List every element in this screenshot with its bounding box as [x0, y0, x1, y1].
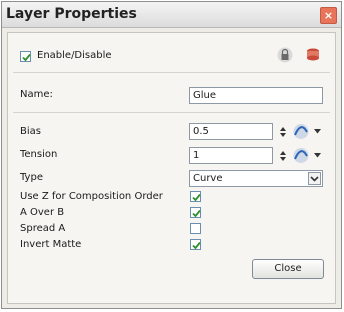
- bias-label: Bias: [20, 126, 41, 137]
- lock-icon[interactable]: [277, 47, 293, 63]
- close-button[interactable]: Close: [252, 259, 324, 279]
- a-over-b-checkbox[interactable]: [190, 207, 201, 218]
- dropdown-button[interactable]: [308, 172, 321, 185]
- layer-properties-dialog: Layer Properties × Enable/Disable Name: …: [1, 1, 342, 309]
- name-label: Name:: [20, 89, 53, 100]
- chevron-down-icon: [310, 176, 319, 182]
- type-select[interactable]: Curve: [189, 170, 323, 187]
- title-bar: Layer Properties ×: [2, 2, 341, 28]
- function-curve-icon[interactable]: [292, 147, 310, 164]
- divider: [13, 72, 330, 73]
- properties-panel: Enable/Disable Name: Glue Bias 0.5 Tensi…: [7, 32, 336, 304]
- invert-matte-checkbox[interactable]: [190, 239, 201, 250]
- layer-stack-icon[interactable]: [305, 47, 321, 63]
- tension-stepper-icon[interactable]: [280, 150, 286, 162]
- bias-stepper-icon[interactable]: [280, 126, 286, 138]
- invert-matte-label: Invert Matte: [20, 239, 82, 250]
- tension-field[interactable]: 1: [189, 147, 273, 164]
- tension-label: Tension: [20, 149, 58, 160]
- checkmark-icon: [192, 193, 201, 202]
- spread-a-label: Spread A: [20, 223, 66, 234]
- divider: [13, 112, 330, 113]
- use-z-label: Use Z for Composition Order: [20, 191, 163, 202]
- enable-label: Enable/Disable: [37, 50, 112, 61]
- enable-checkbox[interactable]: [20, 51, 31, 62]
- spread-a-checkbox[interactable]: [190, 223, 201, 234]
- name-field[interactable]: Glue: [189, 87, 323, 104]
- type-label: Type: [20, 172, 43, 183]
- checkmark-icon: [192, 209, 201, 218]
- chevron-down-icon[interactable]: [314, 129, 321, 134]
- a-over-b-label: A Over B: [20, 207, 65, 218]
- checkmark-icon: [192, 241, 201, 250]
- use-z-checkbox[interactable]: [190, 191, 201, 202]
- dialog-title: Layer Properties: [6, 6, 137, 22]
- type-selected-value: Curve: [193, 173, 223, 184]
- checkmark-icon: [22, 53, 31, 62]
- close-window-button[interactable]: ×: [320, 7, 337, 24]
- function-curve-icon[interactable]: [292, 123, 310, 140]
- chevron-down-icon[interactable]: [314, 153, 321, 158]
- bias-field[interactable]: 0.5: [189, 123, 273, 140]
